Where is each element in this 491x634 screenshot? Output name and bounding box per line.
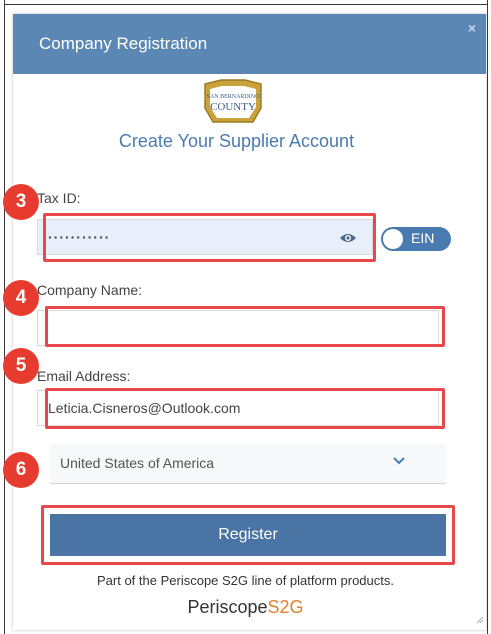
dialog-title: Company Registration xyxy=(39,34,208,53)
resize-grip-icon[interactable] xyxy=(476,616,484,624)
step-badge-6: 6 xyxy=(3,452,39,488)
company-name-label: Company Name: xyxy=(37,282,143,298)
step-badge-5: 5 xyxy=(3,348,39,384)
ein-toggle[interactable]: EIN xyxy=(381,227,451,251)
logo-line1: SAN BERNARDINO xyxy=(207,94,261,100)
register-highlight xyxy=(41,505,455,565)
county-logo: SAN BERNARDINO COUNTY xyxy=(204,79,262,123)
email-label: Email Address: xyxy=(37,368,131,384)
ein-toggle-label: EIN xyxy=(411,230,435,246)
logo-line2: COUNTY xyxy=(210,101,256,113)
tax-id-highlight xyxy=(43,213,376,262)
footer-text: Part of the Periscope S2G line of platfo… xyxy=(97,573,394,588)
country-select[interactable]: United States of America xyxy=(50,444,446,484)
brand-name-part1: Periscope xyxy=(187,597,268,617)
window-frame-top xyxy=(0,0,491,5)
toggle-knob xyxy=(383,229,403,249)
chevron-down-icon[interactable] xyxy=(392,456,406,466)
step-badge-3: 3 xyxy=(3,184,39,220)
tax-id-label: Tax ID: xyxy=(37,190,81,206)
close-icon[interactable]: × xyxy=(468,20,476,36)
periscope-brand: PeriscopeS2G xyxy=(0,597,491,618)
window-frame-left xyxy=(0,0,5,634)
dialog-header: Company Registration × xyxy=(13,14,486,74)
company-name-highlight xyxy=(45,306,445,347)
page-heading: Create Your Supplier Account xyxy=(118,131,355,151)
step-badge-4: 4 xyxy=(3,280,39,316)
window-frame-right xyxy=(487,0,491,634)
email-highlight xyxy=(45,388,445,429)
brand-name-part2: S2G xyxy=(267,597,304,617)
